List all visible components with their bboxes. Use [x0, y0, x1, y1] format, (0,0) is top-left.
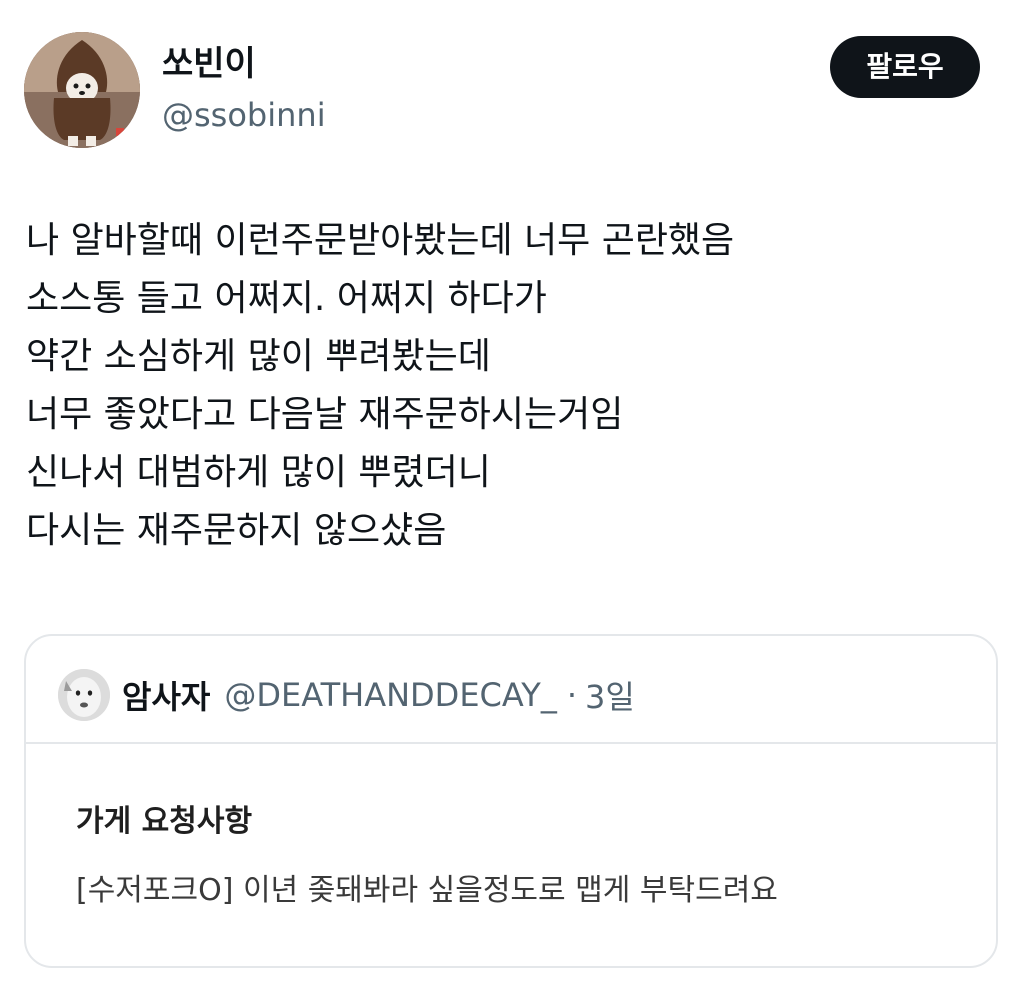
tweet-text-line: 소스통 들고 어쩌지. 어쩌지 하다가 — [26, 278, 547, 319]
follow-button[interactable]: 팔로우 — [830, 36, 980, 98]
quoted-tweet-body-text: [수저포크O] 이년 좆돼봐라 싶을정도로 맵게 부탁드려요 — [76, 873, 778, 908]
quoted-tweet-body-title: 가게 요청사항 — [76, 804, 253, 839]
quoted-author-handle[interactable]: @DEATHANDDECAY_ — [224, 676, 557, 714]
tweet-text-line: 너무 좋았다고 다음날 재주문하시는거임 — [26, 394, 624, 435]
quoted-tweet-timestamp[interactable]: 3일 — [585, 672, 635, 718]
quoted-tweet-header: 암사자 @DEATHANDDECAY_ · 3일 — [58, 664, 635, 726]
author-handle[interactable]: @ssobinni — [162, 94, 326, 136]
separator-dot: · — [566, 676, 577, 714]
tweet-text-line: 다시는 재주문하지 않으샸음 — [26, 510, 447, 551]
tweet-text-line: 약간 소심하게 많이 뿌려봤는데 — [26, 336, 491, 377]
quoted-tweet-card[interactable]: 암사자 @DEATHANDDECAY_ · 3일 가게 요청사항 [수저포크O]… — [24, 634, 998, 968]
author-display-name[interactable]: 쏘빈이 — [162, 42, 256, 86]
author-avatar-image — [24, 32, 140, 148]
author-avatar[interactable] — [24, 32, 140, 148]
quoted-author-name[interactable]: 암사자 — [122, 672, 210, 718]
quoted-tweet-divider — [26, 742, 996, 744]
tweet-text-line: 신나서 대범하게 많이 뿌렸더니 — [26, 452, 491, 493]
quoted-author-avatar-image — [58, 669, 110, 721]
tweet-text-line: 나 알바할때 이런주문받아봤는데 너무 곤란했음 — [26, 220, 735, 261]
quoted-author-avatar[interactable] — [58, 669, 110, 721]
tweet-text: 나 알바할때 이런주문받아봤는데 너무 곤란했음 소스통 들고 어쩌지. 어쩌지… — [26, 212, 996, 560]
